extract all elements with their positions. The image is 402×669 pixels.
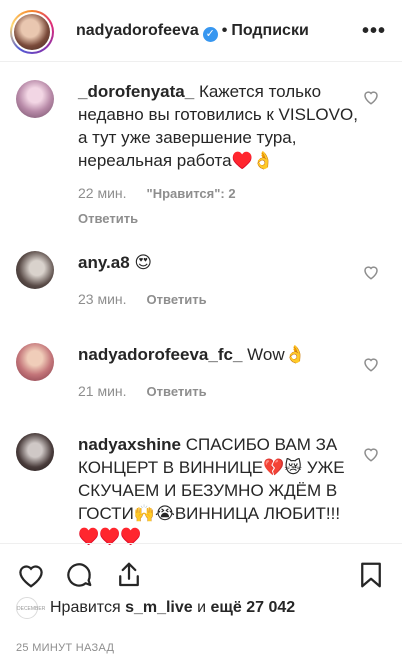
comment-username[interactable]: nadyadorofeeva_fc_ [78, 345, 242, 364]
comment-text: Wow👌 [247, 345, 306, 364]
comment-time[interactable]: 23 мин. [78, 291, 127, 307]
liker-avatar[interactable]: DECEMBER [16, 597, 45, 619]
comment-username[interactable]: any.a8 [78, 253, 130, 272]
likes-prefix: Нравится [50, 599, 121, 616]
reply-button[interactable]: Ответить [147, 384, 207, 399]
likes-summary: DECEMBER Нравится s_m_live и ещё 27 042 [16, 597, 295, 619]
header-separator: • [221, 22, 228, 39]
post-header: nadyadorofeeva ✓ • Подписки ••• [0, 0, 402, 62]
header-username[interactable]: nadyadorofeeva [76, 22, 199, 39]
liker-username[interactable]: s_m_live [125, 599, 193, 617]
following-button[interactable]: Подписки [231, 22, 308, 39]
likes-count-link[interactable]: ещё 27 042 [211, 599, 296, 617]
comment-username[interactable]: _dorofenyata_ [78, 82, 194, 101]
heart-icon[interactable] [362, 88, 380, 106]
share-icon[interactable] [114, 560, 144, 590]
story-ring-avatar[interactable] [10, 10, 54, 54]
avatar[interactable] [16, 433, 54, 471]
avatar [14, 14, 50, 50]
verified-badge-icon: ✓ [202, 27, 218, 42]
avatar[interactable] [16, 80, 54, 118]
bookmark-icon[interactable] [356, 560, 386, 590]
comment-time[interactable]: 22 мин. [78, 185, 127, 201]
heart-icon[interactable] [362, 355, 380, 373]
heart-icon[interactable] [362, 445, 380, 463]
post-timestamp: 25 МИНУТ НАЗАД [16, 642, 115, 654]
comment-time[interactable]: 21 мин. [78, 383, 127, 399]
avatar[interactable] [16, 343, 54, 381]
reply-button[interactable]: Ответить [78, 211, 138, 226]
heart-icon[interactable] [362, 263, 380, 281]
comment-likes-count[interactable]: "Нравится": 2 [147, 186, 236, 201]
avatar[interactable] [16, 251, 54, 289]
likes-conj: и [197, 599, 207, 616]
more-options-icon[interactable]: ••• [362, 20, 386, 43]
reply-button[interactable]: Ответить [147, 292, 207, 307]
comment-username[interactable]: nadyaxshine [78, 435, 181, 454]
comment-bubble-icon[interactable] [64, 560, 94, 590]
like-heart-icon[interactable] [16, 560, 46, 590]
comment-text: 😍 [134, 253, 153, 272]
